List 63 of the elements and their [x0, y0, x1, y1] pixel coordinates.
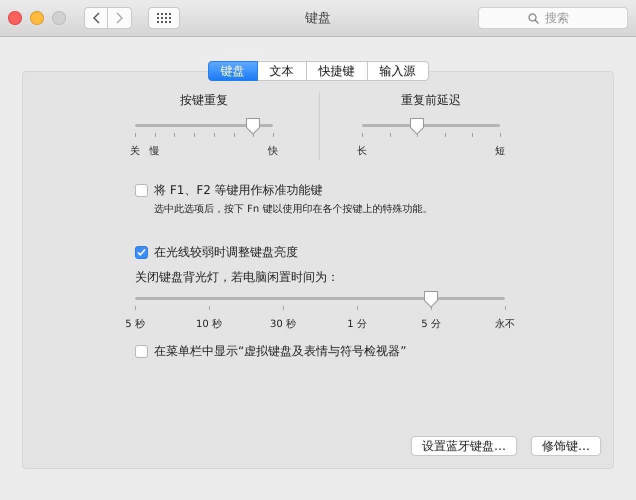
tick-mark: [500, 133, 501, 137]
slider-title: 重复前延迟: [401, 92, 461, 109]
tick-label: 5 分: [421, 318, 441, 331]
tick-mark: [135, 306, 136, 310]
minimize-button[interactable]: [30, 11, 44, 25]
tick-label: 关: [130, 144, 140, 158]
show-all-button[interactable]: [148, 7, 180, 29]
slider[interactable]: [135, 290, 505, 308]
tick-label: 长: [357, 144, 367, 158]
tick-mark: [390, 133, 391, 137]
tick-label: 5 秒: [125, 318, 145, 331]
grid-icon: [157, 13, 171, 23]
tick-mark: [209, 306, 210, 310]
tick-mark: [234, 133, 235, 137]
tick-mark: [214, 133, 215, 137]
push-button[interactable]: 修饰键…: [531, 436, 601, 456]
checkbox-label: 在光线较弱时调整键盘亮度: [154, 244, 298, 261]
slider-thumb[interactable]: [245, 117, 262, 135]
slider[interactable]: [362, 117, 500, 135]
back-button[interactable]: [84, 7, 108, 29]
check-icon: [137, 248, 146, 257]
window-title: 键盘: [305, 11, 331, 26]
tick-mark: [174, 133, 176, 137]
tick-label: 短: [495, 145, 505, 158]
tick-label: 30 秒: [270, 318, 296, 331]
tick-mark: [135, 133, 136, 137]
checkbox[interactable]: [135, 246, 148, 259]
checkbox[interactable]: [135, 345, 148, 358]
tick-mark: [431, 306, 432, 310]
close-button[interactable]: [8, 11, 22, 25]
slider-title: 按键重复: [180, 92, 228, 109]
push-button[interactable]: 设置蓝牙键盘…: [411, 436, 517, 456]
tab[interactable]: 文本: [258, 61, 306, 81]
search-icon: [528, 13, 539, 24]
tick-mark: [357, 306, 358, 310]
option-description: 选中此选项后，按下 Fn 键以使用印在各个按键上的特殊功能。: [154, 202, 434, 216]
tick-label: 1 分: [347, 318, 367, 331]
tab[interactable]: 快捷键: [306, 61, 368, 81]
checkbox-label: 在菜单栏中显示“虚拟键盘及表情与符号检视器”: [154, 343, 406, 360]
tick-mark: [472, 133, 474, 137]
slider-thumb[interactable]: [423, 290, 439, 308]
zoom-button[interactable]: [52, 11, 66, 25]
tick-mark: [194, 133, 196, 137]
checkbox-label: 将 F1、F2 等键用作标准功能键: [154, 182, 323, 199]
tick-mark: [273, 133, 274, 137]
tick-label: 快: [268, 144, 278, 158]
tick-label: 10 秒: [196, 318, 222, 331]
tick-label: 慢: [150, 144, 160, 158]
tick-mark: [417, 133, 418, 137]
tick-mark: [505, 306, 506, 310]
slider-title: 关闭键盘背光灯，若电脑闲置时间为：: [135, 269, 340, 286]
checkbox[interactable]: [135, 184, 148, 197]
chevron-left-icon: [92, 12, 100, 24]
slider-thumb[interactable]: [409, 117, 426, 135]
search-field[interactable]: 搜索: [478, 7, 628, 29]
chevron-right-icon: [116, 12, 123, 24]
tick-mark: [362, 133, 363, 137]
tick-mark: [283, 306, 284, 310]
tab[interactable]: 输入源: [368, 61, 428, 81]
tick-label: 永不: [495, 318, 515, 331]
tick-mark: [444, 133, 446, 137]
tick-mark: [154, 133, 156, 137]
slider[interactable]: [135, 117, 273, 135]
